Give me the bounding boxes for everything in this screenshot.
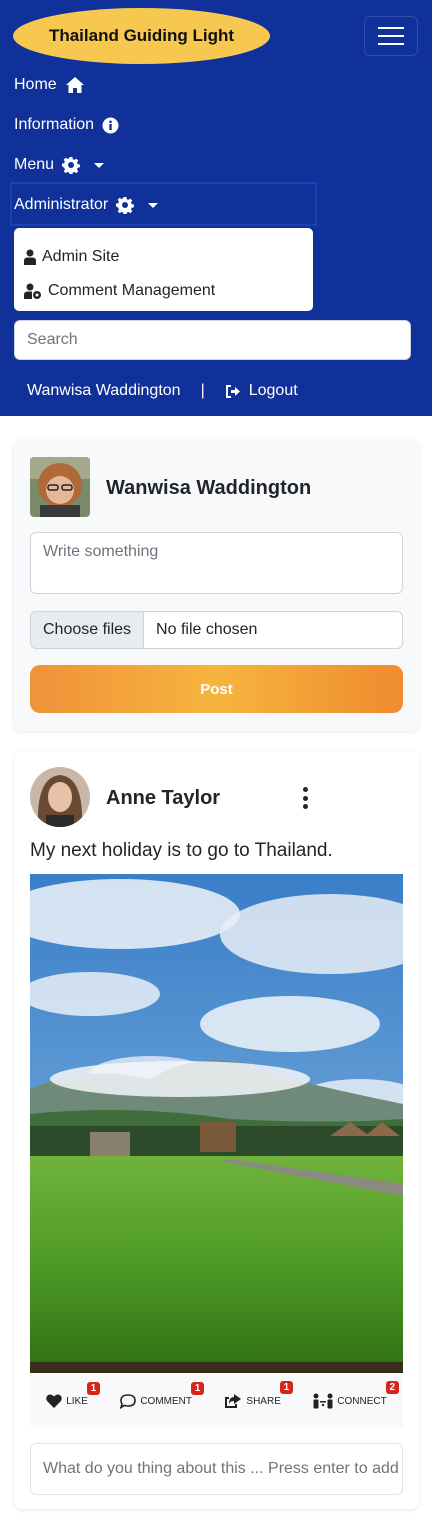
connect-button[interactable]: CONNECT 2 [313,1381,399,1409]
dropdown-item-label: Comment Management [48,282,216,299]
administrator-dropdown: Admin Site Comment Management [14,228,313,311]
choose-files-button[interactable]: Choose files [31,612,145,648]
logout-label: Logout [248,382,298,399]
post-textarea[interactable] [30,532,403,594]
avatar [30,767,90,827]
comment-label: COMMENT [140,1395,192,1407]
file-status: No file chosen [156,621,258,638]
user-icon [24,249,36,265]
nav-item-home[interactable]: Home [14,73,85,97]
heart-icon [46,1394,62,1408]
home-icon [65,77,84,93]
post-author-name[interactable]: Anne Taylor [106,787,220,810]
like-label: LIKE [66,1395,88,1407]
share-icon [225,1394,242,1408]
post-actions-bar: LIKE 1 COMMENT 1 SHARE 1 CONNECT 2 [30,1375,403,1427]
nav-item-label: Menu [14,156,55,173]
avatar [30,457,90,517]
logout-link[interactable]: Logout [225,382,298,400]
chevron-down-icon [94,162,105,168]
nav-item-administrator[interactable]: Administrator [14,193,159,217]
brand-logo[interactable]: Thailand Guiding Light [13,8,270,64]
kebab-dot [302,787,308,792]
logout-icon [225,384,240,398]
separator: | [200,382,205,399]
hamburger-icon [378,27,404,45]
gear-icon [62,157,80,174]
navbar: Thailand Guiding Light Home Information … [0,0,432,416]
connect-label: CONNECT [337,1395,387,1407]
like-count-badge: 1 [86,1382,100,1395]
comment-button[interactable]: COMMENT 1 [120,1381,204,1409]
nav-item-label: Information [14,116,95,133]
kebab-dot [302,795,308,801]
comment-input[interactable] [30,1443,403,1495]
share-button[interactable]: SHARE 1 [224,1381,293,1409]
kebab-dot [302,804,308,809]
post-button[interactable]: Post [30,665,403,713]
post-form-user-name: Wanwisa Waddington [106,477,312,499]
like-button[interactable]: LIKE 1 [46,1382,100,1408]
chevron-down-icon [148,202,159,208]
user-bar: Wanwisa Waddington | Logout [27,380,298,402]
dropdown-item-admin-site[interactable]: Admin Site [14,240,313,274]
current-user-name[interactable]: Wanwisa Waddington [27,382,181,400]
nav-item-label: Administrator [14,196,109,213]
hamburger-menu-button[interactable] [364,16,418,56]
nav-item-menu[interactable]: Menu [14,153,105,177]
comment-count-badge: 1 [190,1381,204,1395]
connect-count-badge: 2 [385,1381,399,1394]
nav-item-information[interactable]: Information [14,113,119,137]
post-text: My next holiday is to go to Thailand. [30,840,333,861]
user-gear-icon [24,283,41,299]
dropdown-item-label: Admin Site [42,248,120,265]
post-image[interactable] [30,874,403,1373]
feed-post-card: Anne Taylor My next holiday is to go to … [14,751,419,1509]
info-icon [102,117,119,133]
share-label: SHARE [246,1395,281,1407]
dropdown-item-comment-management[interactable]: Comment Management [14,274,313,308]
share-count-badge: 1 [279,1381,293,1394]
post-options-button[interactable] [300,787,310,809]
nav-item-label: Home [14,76,57,93]
gear-icon [116,197,135,214]
create-post-card: Wanwisa Waddington Choose files No file … [14,439,419,731]
search-input[interactable] [14,320,411,360]
connect-icon [313,1393,333,1409]
file-input[interactable]: Choose files No file chosen [30,611,403,649]
comment-icon [120,1393,137,1409]
